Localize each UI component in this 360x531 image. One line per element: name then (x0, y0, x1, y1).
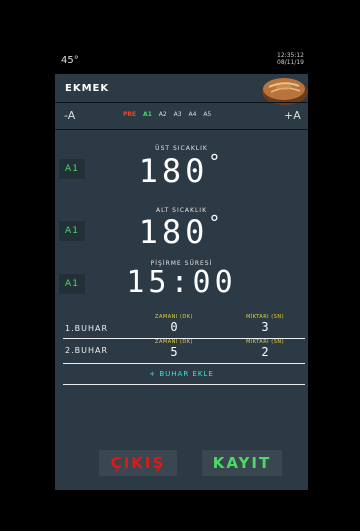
status-bar: 45° 12:35:12 08/11/19 (55, 48, 308, 74)
clock: 12:35:12 08/11/19 (277, 52, 304, 66)
add-steam-underline (63, 384, 305, 385)
clock-time: 12:35:12 (277, 52, 304, 59)
steam-row-1-time[interactable]: 0 (144, 320, 204, 334)
add-steam-button[interactable]: + BUHAR EKLE (55, 370, 308, 378)
preset-a1[interactable]: A1 (143, 111, 152, 118)
lower-temp-unit: ° (208, 211, 225, 235)
program-minus-button[interactable]: -A (64, 109, 75, 122)
recipe-title: EKMEK (65, 83, 110, 94)
steam-row-1-amount[interactable]: 3 (235, 320, 295, 334)
preset-a2[interactable]: A2 (159, 111, 167, 118)
program-plus-button[interactable]: +A (284, 109, 301, 122)
divider (55, 129, 308, 130)
ambient-temperature: 45° (61, 55, 79, 66)
preset-pre[interactable]: PRE (123, 111, 136, 118)
upper-temp-unit: ° (208, 150, 225, 174)
steam-row-2-underline (63, 363, 305, 364)
oven-screen: 45° 12:35:12 08/11/19 EKMEK -A PRE A1 A2… (55, 48, 308, 490)
preset-a3[interactable]: A3 (174, 111, 182, 118)
steam-row-2-time[interactable]: 5 (144, 345, 204, 359)
lower-temp-display[interactable]: 180° (55, 211, 308, 251)
upper-temp-display[interactable]: 180° (55, 150, 308, 190)
baking-time-display[interactable]: 15:00 (55, 265, 308, 300)
divider (55, 102, 308, 103)
steam-row-2-label: 2.BUHAR (65, 346, 109, 355)
exit-button[interactable]: ÇIKIŞ (99, 450, 177, 476)
preset-a4[interactable]: A4 (188, 111, 196, 118)
program-presets: PRE A1 A2 A3 A4 A5 (123, 111, 216, 118)
clock-date: 08/11/19 (277, 59, 304, 66)
upper-temp-label: ÜST SICAKLIK (155, 145, 208, 152)
upper-temp-value: 180 (138, 152, 209, 190)
baking-time-value: 15:00 (126, 265, 237, 300)
steam-row-1-label: 1.BUHAR (65, 324, 109, 333)
save-button[interactable]: KAYIT (202, 450, 282, 476)
preset-a5[interactable]: A5 (203, 111, 211, 118)
steam-row-2-amount[interactable]: 2 (235, 345, 295, 359)
lower-temp-value: 180 (138, 213, 209, 251)
